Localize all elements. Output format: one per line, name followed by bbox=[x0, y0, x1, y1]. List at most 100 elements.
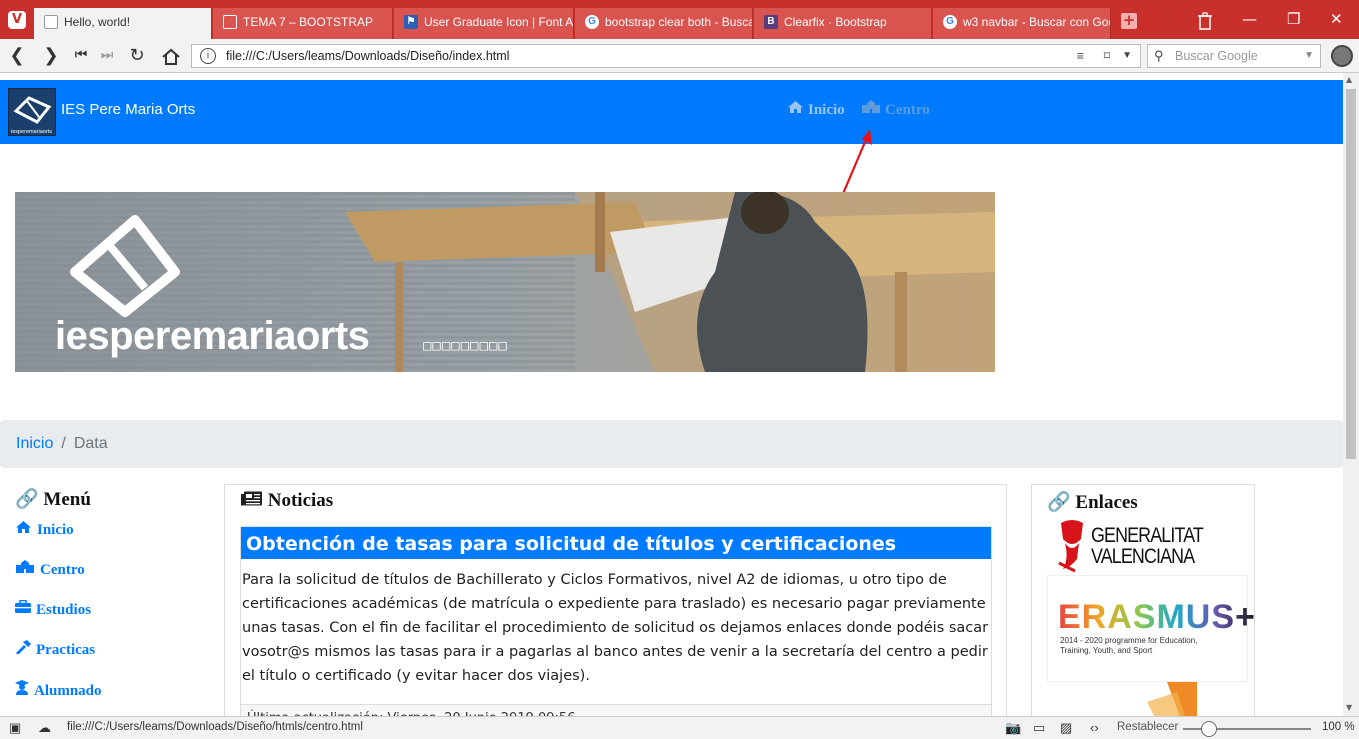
news-card-title[interactable]: Obtención de tasas para solicitud de tít… bbox=[241, 527, 991, 559]
brand-name[interactable]: IES Pere Maria Orts bbox=[61, 101, 195, 118]
tile-icon[interactable]: ▭ bbox=[1033, 720, 1045, 736]
google-icon: G bbox=[943, 15, 957, 29]
back-icon[interactable]: ❮ bbox=[6, 45, 28, 66]
tab-user-graduate[interactable]: ⚑ User Graduate Icon | Font A bbox=[394, 8, 574, 39]
partner-logo[interactable] bbox=[1047, 682, 1197, 716]
nav-label: Inicio bbox=[808, 102, 845, 118]
menu-item-centro[interactable]: Centro bbox=[15, 560, 85, 579]
school-icon bbox=[861, 100, 881, 119]
page-scrollbar[interactable]: ▲ ▼ bbox=[1343, 73, 1359, 716]
briefcase-icon bbox=[15, 599, 31, 619]
gva-line-1: GENERALITAT bbox=[1091, 524, 1204, 547]
hero-banner: iesperemariaorts □□□□□□□□□ bbox=[15, 192, 995, 372]
menu-heading: 🔗 Menú bbox=[15, 487, 91, 511]
menu-item-estudios[interactable]: Estudios bbox=[15, 599, 92, 619]
site-navbar: iesperemariaorts IES Pere Maria Orts Ini… bbox=[0, 80, 1343, 144]
tab-title: TEMA 7 – BOOTSTRAP bbox=[243, 15, 374, 29]
tab-title: Hello, world! bbox=[64, 15, 131, 29]
tab-title: w3 navbar - Buscar con Goo bbox=[963, 15, 1111, 29]
maximize-icon[interactable]: ❐ bbox=[1287, 10, 1300, 28]
scrollbar-thumb[interactable] bbox=[1346, 89, 1356, 459]
profile-avatar[interactable] bbox=[1331, 45, 1353, 67]
breadcrumb-current: Data bbox=[73, 435, 108, 452]
camera-icon[interactable]: 📷 bbox=[1005, 720, 1021, 736]
zoom-slider-handle[interactable] bbox=[1201, 721, 1217, 737]
search-input[interactable]: ⚲ Buscar Google ▼ bbox=[1147, 44, 1321, 68]
page-icon bbox=[223, 15, 237, 29]
menu-title: Menú bbox=[43, 489, 91, 510]
erasmus-word: ERASMUS+ bbox=[1058, 598, 1256, 637]
minimize-icon[interactable]: — bbox=[1242, 10, 1257, 28]
erasmus-subtitle: 2014 - 2020 programme for Education, Tra… bbox=[1060, 636, 1197, 656]
scroll-up-icon[interactable]: ▲ bbox=[1346, 75, 1352, 84]
image-icon[interactable]: ▨ bbox=[1060, 720, 1072, 736]
chevron-down-icon[interactable]: ▼ bbox=[1304, 45, 1314, 67]
home-icon[interactable] bbox=[160, 48, 182, 66]
new-tab-icon[interactable]: + bbox=[1121, 13, 1137, 29]
flag-icon: ⚑ bbox=[404, 15, 418, 29]
bookmark-icon[interactable]: ⌑ bbox=[1104, 45, 1110, 67]
scroll-down-icon[interactable]: ▼ bbox=[1346, 703, 1352, 712]
menu-item-practicas[interactable]: Practicas bbox=[15, 640, 95, 659]
tab-hello-world[interactable]: Hello, world! bbox=[34, 8, 212, 39]
page-icon bbox=[44, 15, 58, 29]
fast-forward-icon[interactable]: ⏭ bbox=[96, 47, 118, 63]
tab-title: Clearfix · Bootstrap bbox=[784, 15, 887, 29]
menu-item-alumnado[interactable]: Alumnado bbox=[15, 680, 102, 700]
forward-icon[interactable]: ❯ bbox=[40, 45, 62, 66]
url-text: file:///C:/Users/leams/Downloads/Diseño/… bbox=[226, 49, 510, 63]
tab-tema7[interactable]: TEMA 7 – BOOTSTRAP bbox=[213, 8, 393, 39]
status-url: file:///C:/Users/leams/Downloads/Diseño/… bbox=[67, 721, 363, 733]
menu-item-label: Estudios bbox=[36, 602, 92, 618]
breadcrumb-home-link[interactable]: Inicio bbox=[16, 435, 53, 452]
user-graduate-icon bbox=[15, 680, 29, 700]
zoom-level: 100 % bbox=[1322, 721, 1355, 733]
close-icon[interactable]: ✕ bbox=[1330, 10, 1343, 28]
url-input[interactable]: i file:///C:/Users/leams/Downloads/Diseñ… bbox=[191, 44, 1141, 68]
info-icon[interactable]: i bbox=[200, 48, 216, 64]
search-placeholder: Buscar Google bbox=[1175, 49, 1258, 63]
news-card-footer: Última actualización: Viernes, 20 Junio … bbox=[241, 704, 991, 716]
erasmus-logo[interactable]: ERASMUS+ 2014 - 2020 programme for Educa… bbox=[1047, 575, 1255, 682]
trash-icon[interactable] bbox=[1197, 12, 1213, 30]
erasmus-wordmark: ERASMUS+ bbox=[1058, 598, 1256, 636]
code-icon[interactable]: ‹› bbox=[1090, 720, 1099, 735]
brand-logo[interactable]: iesperemariaorts bbox=[8, 88, 56, 136]
erasmus-sub-1: 2014 - 2020 programme for Education, bbox=[1060, 636, 1198, 645]
home-icon bbox=[15, 520, 32, 539]
chevron-down-icon[interactable]: ▼ bbox=[1122, 45, 1132, 67]
google-icon: G bbox=[585, 15, 599, 29]
menu-item-label: Centro bbox=[40, 562, 85, 578]
nav-link-centro[interactable]: Centro bbox=[861, 100, 930, 119]
home-icon bbox=[787, 100, 804, 119]
banner-title: iesperemariaorts bbox=[55, 314, 370, 358]
banner-subtitle: □□□□□□□□□ bbox=[423, 338, 508, 354]
gva-text: GENERALITAT VALENCIANA bbox=[1091, 524, 1204, 567]
vivaldi-menu-icon[interactable]: V bbox=[8, 11, 26, 29]
tab-bootstrap-clear[interactable]: G bootstrap clear both - Busca bbox=[575, 8, 753, 39]
news-card: Obtención de tasas para solicitud de tít… bbox=[240, 526, 992, 716]
reader-icon[interactable]: ≡ bbox=[1077, 45, 1084, 67]
reload-icon[interactable]: ↻ bbox=[126, 45, 148, 66]
status-bar: ▣ ☁ file:///C:/Users/leams/Downloads/Dis… bbox=[0, 716, 1359, 739]
logo-caption: iesperemariaorts bbox=[11, 129, 52, 135]
bootstrap-icon: B bbox=[764, 15, 778, 29]
generalitat-valenciana-logo[interactable]: GENERALITAT VALENCIANA bbox=[1057, 519, 1204, 575]
tab-title: bootstrap clear both - Busca bbox=[605, 15, 753, 29]
tab-title: User Graduate Icon | Font A bbox=[424, 15, 574, 29]
menu-item-label: Practicas bbox=[36, 642, 96, 658]
cloud-icon[interactable]: ☁ bbox=[38, 720, 51, 736]
tab-w3-navbar[interactable]: G w3 navbar - Buscar con Goo bbox=[933, 8, 1111, 39]
tab-clearfix[interactable]: B Clearfix · Bootstrap bbox=[754, 8, 932, 39]
menu-item-inicio[interactable]: Inicio bbox=[15, 520, 74, 539]
news-heading: Noticias bbox=[241, 490, 333, 512]
tab-bar: V Hello, world! TEMA 7 – BOOTSTRAP ⚑ Use… bbox=[0, 0, 1359, 39]
link-icon: 🔗 bbox=[1047, 492, 1071, 513]
panel-toggle-icon[interactable]: ▣ bbox=[9, 720, 21, 736]
nav-link-inicio[interactable]: Inicio bbox=[787, 100, 845, 119]
links-heading: 🔗 Enlaces bbox=[1047, 490, 1138, 514]
erasmus-sub-2: Training, Youth, and Sport bbox=[1060, 646, 1153, 655]
breadcrumb-separator: / bbox=[61, 435, 66, 452]
rewind-icon[interactable]: ⏮ bbox=[70, 47, 92, 63]
zoom-reset-button[interactable]: Restablecer bbox=[1117, 721, 1178, 733]
